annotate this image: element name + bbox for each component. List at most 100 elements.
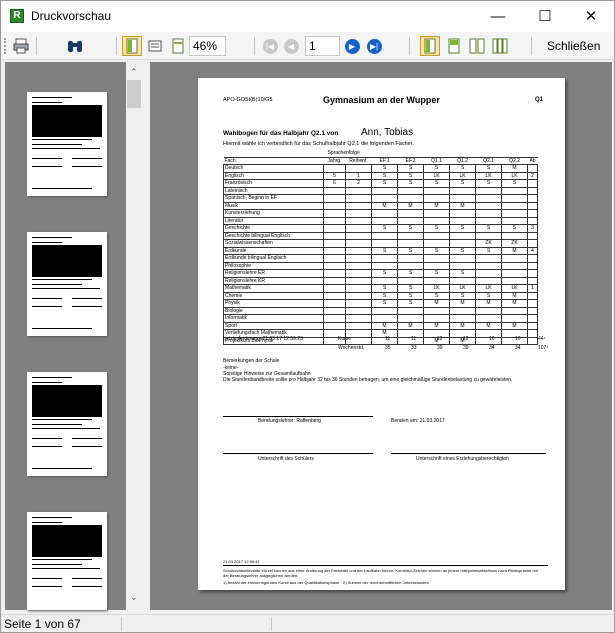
two-page-layout-button[interactable] xyxy=(444,36,464,56)
grade-cell xyxy=(323,261,346,271)
page-number-input[interactable]: 1 xyxy=(305,36,340,56)
page-setup-button[interactable] xyxy=(145,36,165,56)
table-row: Philosophie xyxy=(223,261,538,271)
grade-cell xyxy=(345,239,372,248)
doc-school-title: Gymnasium an der Wupper xyxy=(323,95,440,105)
grade-cell xyxy=(527,261,538,271)
grade-cell xyxy=(371,239,398,248)
grade-cell xyxy=(475,261,502,271)
summary-value: 39 xyxy=(437,345,443,351)
fit-page-button[interactable] xyxy=(168,36,188,56)
previous-page-button[interactable]: ◀ xyxy=(281,36,301,56)
grade-cell xyxy=(527,216,538,226)
grade-cell xyxy=(501,201,528,211)
grade-cell xyxy=(423,216,450,226)
grade-cell xyxy=(345,254,372,263)
grade-cell xyxy=(475,186,502,196)
summary-value: 11 xyxy=(385,336,391,342)
table-row: Kunsterziehung xyxy=(223,209,538,218)
grade-cell: S xyxy=(449,164,476,173)
subject-cell: Deutsch xyxy=(223,164,324,173)
grade-cell xyxy=(527,321,538,331)
grade-cell: ZK xyxy=(475,239,502,248)
summary-value: 34 xyxy=(515,345,521,351)
grade-cell xyxy=(501,231,528,241)
thumbnail-pane[interactable] xyxy=(5,62,142,610)
thumbnail-scrollbar[interactable]: ⌃ ⌄ xyxy=(126,62,142,610)
table-row: Religionslehre KR xyxy=(223,276,538,286)
last-page-button[interactable]: ▶| xyxy=(364,36,384,56)
scroll-down-icon[interactable]: ⌄ xyxy=(130,592,138,603)
grade-cell: M xyxy=(423,321,450,331)
grade-cell xyxy=(345,194,372,203)
thumbnail-page[interactable] xyxy=(27,372,107,476)
grade-cell: M xyxy=(501,291,528,301)
table-column-header: Q1.1 xyxy=(423,157,450,166)
advised-on-label: Beraten am: 21.03.2017 xyxy=(391,418,445,424)
grade-cell: M xyxy=(475,321,502,331)
grade-cell xyxy=(449,216,476,226)
grade-cell xyxy=(475,276,502,286)
grade-cell: S xyxy=(475,224,502,233)
grade-cell xyxy=(323,239,346,248)
print-button[interactable] xyxy=(11,36,31,56)
side-by-side-layout-button[interactable] xyxy=(467,36,487,56)
status-divider xyxy=(271,617,272,631)
grade-cell xyxy=(475,314,502,323)
grade-cell: M xyxy=(371,201,398,211)
grade-cell xyxy=(397,186,424,196)
scrollbar-thumb[interactable] xyxy=(127,80,141,108)
grade-cell xyxy=(449,306,476,316)
grade-cell xyxy=(345,246,372,256)
doc-header-left: APO-GOSt(B)10/G5 xyxy=(223,97,273,103)
grade-cell xyxy=(345,269,372,278)
minimize-button[interactable]: — xyxy=(475,1,521,32)
hints-text: Die Stundenbandbreite sollte pro Halbjah… xyxy=(223,377,513,383)
scroll-up-icon[interactable]: ⌃ xyxy=(130,67,138,78)
grade-cell: S xyxy=(397,291,424,301)
next-page-button[interactable]: ▶ xyxy=(342,36,362,56)
multi-page-layout-button[interactable] xyxy=(490,36,510,56)
grade-cell xyxy=(323,321,346,331)
grade-cell xyxy=(397,209,424,218)
multi-page-icon xyxy=(492,38,508,54)
single-page-view-button[interactable] xyxy=(122,36,142,56)
table-header-sprachenfolge: Sprachenfolge xyxy=(223,150,538,158)
one-page-layout-button[interactable] xyxy=(420,36,440,56)
grade-cell xyxy=(449,209,476,218)
grade-cell: S xyxy=(397,299,424,308)
grade-cell xyxy=(501,261,528,271)
thumbnail-page[interactable] xyxy=(27,512,107,610)
preview-pane[interactable]: APO-GOSt(B)10/G5 Gymnasium an der Wupper… xyxy=(150,62,612,610)
grade-cell: S xyxy=(397,171,424,181)
toolbar: 46% |◀ ◀ 1 ▶ ▶| Schließen xyxy=(1,32,614,60)
close-preview-button[interactable]: Schließen xyxy=(547,39,600,53)
find-button[interactable] xyxy=(65,36,85,56)
maximize-button[interactable]: ☐ xyxy=(522,1,568,32)
zoom-input[interactable]: 46% xyxy=(189,36,226,56)
table-column-header: Q2.2 xyxy=(501,157,528,166)
close-window-button[interactable]: ✕ xyxy=(568,1,614,32)
grade-cell: S xyxy=(449,246,476,256)
first-page-button[interactable]: |◀ xyxy=(260,36,280,56)
grade-cell xyxy=(345,276,372,286)
status-divider xyxy=(121,617,122,631)
grade-cell: S xyxy=(423,269,450,278)
toolbar-grip[interactable] xyxy=(4,38,7,54)
status-page-count: Seite 1 von 67 xyxy=(4,617,81,631)
grade-cell xyxy=(397,306,424,316)
grade-cell xyxy=(423,231,450,241)
grade-cell: S xyxy=(371,171,398,181)
grade-cell: S xyxy=(397,179,424,188)
grade-cell xyxy=(345,261,372,271)
doc-student-name: Ann, Tobias xyxy=(361,127,414,138)
thumbnail-page[interactable] xyxy=(27,232,107,336)
subject-cell: Chemie xyxy=(223,291,324,301)
table-row: Chemie S S S S S M xyxy=(223,291,538,301)
grade-cell xyxy=(345,291,372,301)
grade-cell xyxy=(323,194,346,203)
grade-cell xyxy=(323,306,346,316)
thumbnail-page[interactable] xyxy=(27,92,107,196)
grade-cell xyxy=(423,209,450,218)
grade-cell xyxy=(371,276,398,286)
